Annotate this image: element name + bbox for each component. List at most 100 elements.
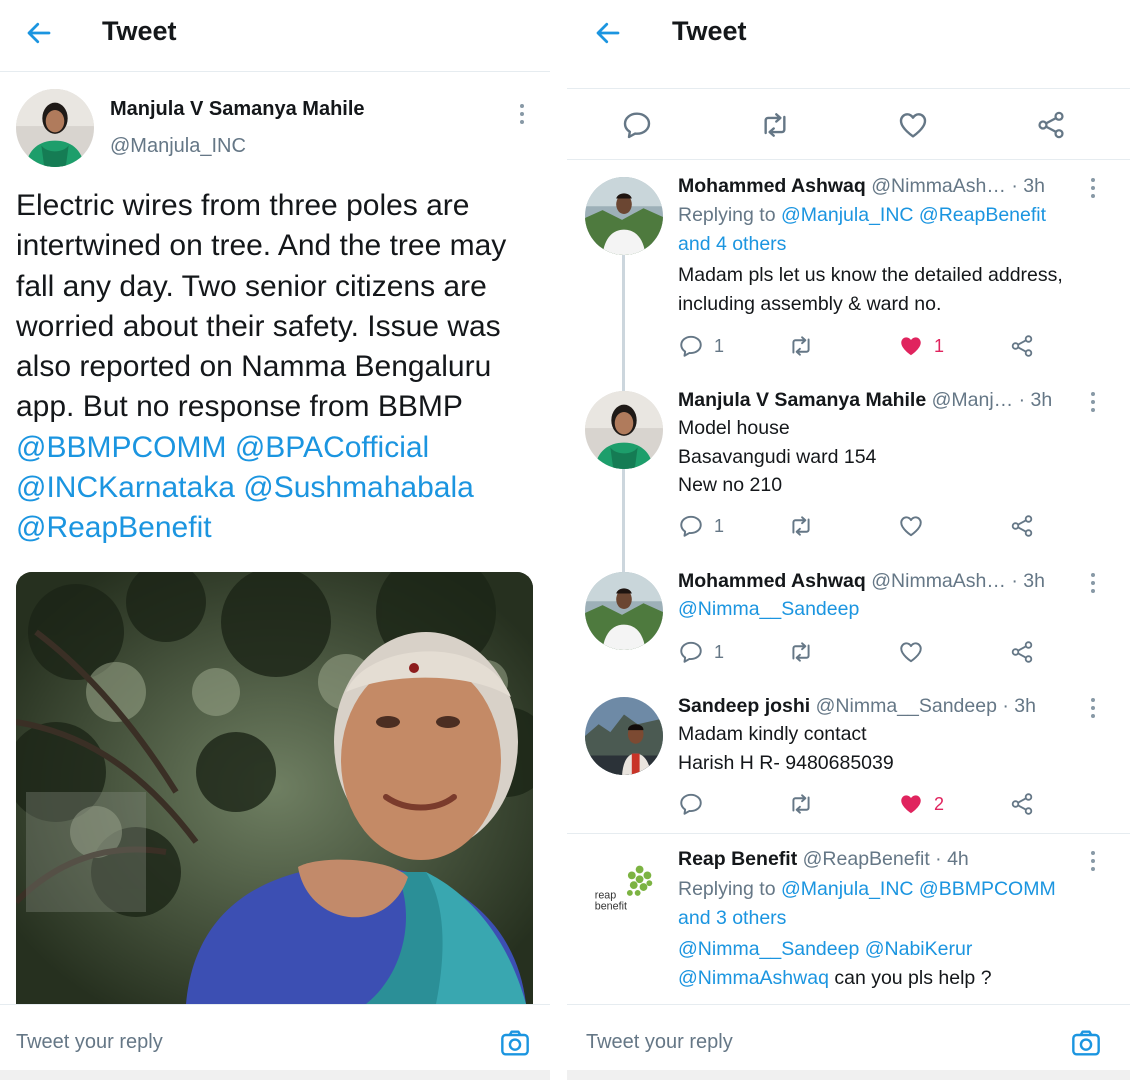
page-title: Tweet xyxy=(102,16,177,46)
reply-composer-bar: Tweet your reply xyxy=(567,1004,1130,1080)
reply-input[interactable]: Tweet your reply xyxy=(16,1031,163,1054)
mention-link[interactable]: @Nimma__Sandeep xyxy=(678,598,859,620)
reply-icon[interactable] xyxy=(621,109,653,141)
reply-author-name[interactable]: Mohammed Ashwaq xyxy=(678,175,866,197)
mention-link[interactable]: @Sushmahabala xyxy=(243,471,474,504)
author-handle[interactable]: @Manjula_INC xyxy=(110,135,246,158)
camera-icon[interactable] xyxy=(499,1027,531,1059)
reply-action[interactable]: 1 xyxy=(678,511,724,541)
share-action[interactable] xyxy=(1009,511,1035,541)
reply-count: 1 xyxy=(714,335,725,356)
replying-more-link[interactable]: and 4 others xyxy=(678,233,786,255)
top-bar: Tweet xyxy=(0,0,550,72)
reply-author-name[interactable]: Mohammed Ashwaq xyxy=(678,570,866,592)
page-title: Tweet xyxy=(672,16,747,46)
like-action[interactable]: 1 xyxy=(898,331,944,361)
retweet-action[interactable] xyxy=(788,637,814,667)
replying-more-link[interactable]: and 3 others xyxy=(678,907,786,929)
avatar[interactable] xyxy=(585,572,663,650)
share-icon xyxy=(1009,333,1035,359)
like-action[interactable] xyxy=(898,637,924,667)
more-icon[interactable] xyxy=(1089,698,1097,722)
reply-count: 1 xyxy=(714,515,725,536)
mention-link[interactable]: @NabiKerur xyxy=(865,938,973,960)
reply-input[interactable]: Tweet your reply xyxy=(586,1031,733,1054)
more-icon[interactable] xyxy=(1089,178,1097,202)
avatar[interactable] xyxy=(16,89,94,167)
author-name[interactable]: Manjula V Samanya Mahile xyxy=(110,98,365,121)
like-action[interactable]: 2 xyxy=(898,789,944,819)
reply-author-name[interactable]: Sandeep joshi xyxy=(678,695,810,717)
logo-text: benefit xyxy=(595,900,627,912)
share-action[interactable] xyxy=(1009,637,1035,667)
reply-tweet[interactable]: reap benefit Reap Benefit @ReapBenefit ·… xyxy=(567,848,1130,998)
avatar[interactable] xyxy=(585,697,663,775)
reply-tweet[interactable]: Sandeep joshi @Nimma__Sandeep · 3h Madam… xyxy=(567,695,1130,830)
reply-text-line: Model house xyxy=(678,417,790,439)
back-arrow-icon[interactable] xyxy=(593,18,623,48)
reply-time: · 3h xyxy=(1018,389,1053,411)
more-icon[interactable] xyxy=(1089,851,1097,875)
mention-link[interactable]: @INCKarnataka xyxy=(16,471,235,504)
top-bar: Tweet xyxy=(567,0,1130,72)
reply-author-name[interactable]: Reap Benefit xyxy=(678,848,797,870)
reply-time: · 3h xyxy=(1011,175,1045,197)
avatar[interactable] xyxy=(585,391,663,469)
like-count: 2 xyxy=(934,793,945,814)
more-icon[interactable] xyxy=(1089,392,1097,416)
replying-to-links[interactable]: @Manjula_INC @ReapBenefit xyxy=(781,204,1046,226)
retweet-icon xyxy=(788,513,814,539)
retweet-action[interactable] xyxy=(788,331,814,361)
replying-to-links[interactable]: @Manjula_INC @BBMPCOMM xyxy=(781,878,1056,900)
retweet-action[interactable] xyxy=(788,511,814,541)
mention-link[interactable]: @BPACofficial xyxy=(235,431,429,464)
liked-heart-icon xyxy=(898,333,924,359)
reply-action[interactable] xyxy=(678,789,704,819)
replying-to: Replying to @Manjula_INC @ReapBenefit an… xyxy=(678,201,1122,258)
like-action[interactable] xyxy=(898,511,924,541)
reply-text: Madam pls let us know the detailed addre… xyxy=(678,264,1063,315)
reply-author-handle[interactable]: @ReapBenefit xyxy=(803,848,930,870)
reply-tweet[interactable]: Mohammed Ashwaq @NimmaAsh… · 3h Replying… xyxy=(567,175,1130,385)
reply-header: Mohammed Ashwaq @NimmaAsh… · 3h xyxy=(678,570,1090,593)
tweet-photo[interactable] xyxy=(16,572,533,1004)
reply-time: · 3h xyxy=(1011,570,1045,592)
reply-text-line: Madam kindly contact xyxy=(678,723,867,745)
reply-tweet[interactable]: Mohammed Ashwaq @NimmaAsh… · 3h @Nimma__… xyxy=(567,570,1130,680)
share-icon[interactable] xyxy=(1035,109,1067,141)
like-icon xyxy=(898,513,924,539)
reply-author-handle[interactable]: @Manj… xyxy=(932,389,1014,411)
reply-header: Reap Benefit @ReapBenefit · 4h xyxy=(678,848,1090,871)
mention-link[interactable]: @NimmaAshwaq xyxy=(678,967,829,989)
back-arrow-icon[interactable] xyxy=(24,18,54,48)
photo-woman-under-tree xyxy=(16,572,533,1004)
reply-icon xyxy=(678,513,704,539)
avatar[interactable] xyxy=(585,177,663,255)
share-action[interactable] xyxy=(1009,331,1035,361)
retweet-icon[interactable] xyxy=(759,109,791,141)
reply-author-name[interactable]: Manjula V Samanya Mahile xyxy=(678,389,926,411)
retweet-action[interactable] xyxy=(788,789,814,819)
reply-author-handle[interactable]: @NimmaAsh… xyxy=(871,570,1006,592)
like-icon[interactable] xyxy=(897,109,929,141)
camera-icon[interactable] xyxy=(1070,1027,1102,1059)
reply-text-line: New no 210 xyxy=(678,474,783,496)
reap-benefit-logo[interactable]: reap benefit xyxy=(585,850,663,928)
reply-action[interactable]: 1 xyxy=(678,331,724,361)
reply-author-handle[interactable]: @NimmaAsh… xyxy=(871,175,1006,197)
reply-time: · 3h xyxy=(1002,695,1036,717)
tweet-action-row xyxy=(567,88,1130,160)
reply-text: Madam kindly contact Harish H R- 9480685… xyxy=(678,720,1122,777)
share-icon xyxy=(1009,513,1035,539)
mention-link[interactable]: @ReapBenefit xyxy=(16,511,212,544)
reply-tweet[interactable]: Manjula V Samanya Mahile @Manj… · 3h Mod… xyxy=(567,389,1130,559)
more-icon[interactable] xyxy=(518,104,526,128)
share-action[interactable] xyxy=(1009,789,1035,819)
mention-link[interactable]: @Nimma__Sandeep xyxy=(678,938,859,960)
reply-text: @Nimma__Sandeep xyxy=(678,595,1122,624)
reply-action[interactable]: 1 xyxy=(678,637,724,667)
more-icon[interactable] xyxy=(1089,573,1097,597)
replying-to: Replying to @Manjula_INC @BBMPCOMM and 3… xyxy=(678,875,1122,932)
reply-author-handle[interactable]: @Nimma__Sandeep xyxy=(816,695,997,717)
mention-link[interactable]: @BBMPCOMM xyxy=(16,431,226,464)
